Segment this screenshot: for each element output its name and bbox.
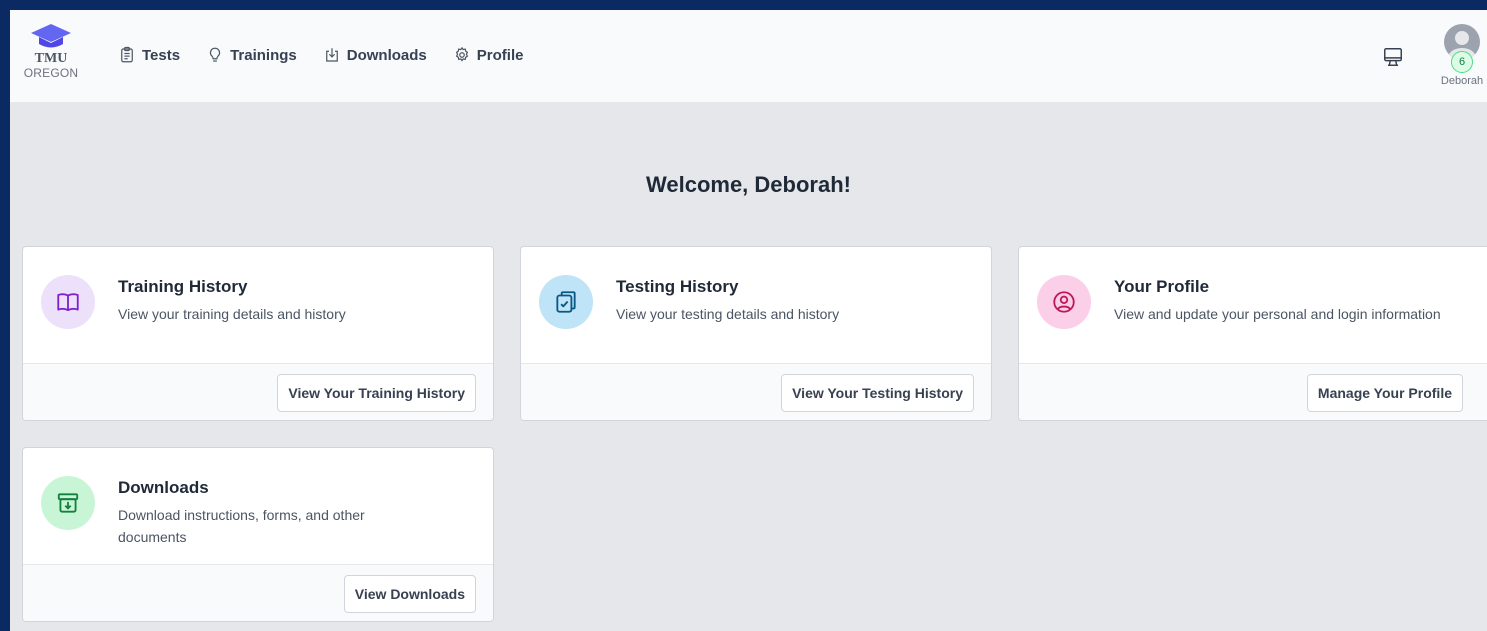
- graduation-cap-icon: [31, 24, 71, 48]
- device-toggle[interactable]: [1382, 46, 1404, 73]
- nav-tests-label: Tests: [142, 46, 181, 64]
- gear-icon: [455, 46, 468, 62]
- nav-downloads[interactable]: Downloads: [323, 46, 427, 64]
- card-footer: Manage Your Profile: [1019, 363, 1487, 420]
- download-tray-icon: [325, 48, 338, 62]
- downloads-icon-circle: [41, 476, 95, 530]
- card-footer: View Your Testing History: [521, 363, 991, 420]
- brand-name: TMU: [34, 51, 68, 66]
- nav-profile-label: Profile: [476, 46, 524, 64]
- card-description: View and update your personal and login …: [1114, 306, 1441, 322]
- training-icon-circle: [41, 275, 95, 329]
- testing-icon-circle: [539, 275, 593, 329]
- notification-badge[interactable]: 6: [1451, 51, 1473, 73]
- clipboard-check-icon: [556, 291, 576, 313]
- user-circle-icon: [1053, 291, 1075, 313]
- open-book-icon: [57, 293, 79, 312]
- card-footer: View Downloads: [23, 564, 493, 621]
- user-name: Deborah: [1440, 75, 1484, 87]
- main-nav: Tests Trainings Downloads Profile: [118, 46, 549, 64]
- view-downloads-button[interactable]: View Downloads: [343, 575, 476, 613]
- monitor-icon: [1384, 48, 1402, 66]
- view-testing-history-button[interactable]: View Your Testing History: [781, 374, 974, 412]
- your-profile-card: Your Profile View and update your person…: [1018, 246, 1487, 421]
- lightbulb-icon: [210, 47, 221, 62]
- downloads-card: Downloads Download instructions, forms, …: [22, 447, 494, 622]
- nav-trainings-label: Trainings: [230, 46, 297, 64]
- card-description: Download instructions, forms, and other …: [118, 507, 365, 545]
- clipboard-list-icon: [121, 46, 133, 63]
- top-navbar: TMU OREGON Tests Trainings Downloads Pro…: [10, 10, 1487, 102]
- nav-downloads-label: Downloads: [346, 46, 427, 64]
- card-description: View your training details and history: [118, 306, 346, 322]
- card-footer: View Your Training History: [23, 363, 493, 420]
- brand-logo[interactable]: TMU OREGON: [20, 22, 82, 80]
- card-title: Your Profile: [1114, 277, 1210, 296]
- nav-profile[interactable]: Profile: [453, 46, 524, 64]
- brand-region: OREGON: [23, 66, 79, 80]
- manage-profile-button[interactable]: Manage Your Profile: [1306, 374, 1463, 412]
- archive-download-icon: [57, 493, 79, 513]
- card-title: Training History: [118, 277, 248, 296]
- nav-tests[interactable]: Tests: [118, 46, 180, 64]
- profile-icon-circle: [1037, 275, 1091, 329]
- card-title: Testing History: [616, 277, 739, 296]
- training-history-card: Training History View your training deta…: [22, 246, 494, 421]
- avatar-head: [1455, 31, 1469, 45]
- card-title: Downloads: [118, 478, 209, 497]
- testing-history-card: Testing History View your testing detail…: [520, 246, 992, 421]
- card-description: View your testing details and history: [616, 306, 840, 322]
- nav-trainings[interactable]: Trainings: [206, 46, 297, 64]
- app-frame: TMU OREGON Tests Trainings Downloads Pro…: [10, 10, 1487, 631]
- view-training-history-button[interactable]: View Your Training History: [277, 374, 476, 412]
- page-title: Welcome, Deborah!: [646, 172, 851, 197]
- user-menu[interactable]: 6 Deborah: [1437, 24, 1487, 87]
